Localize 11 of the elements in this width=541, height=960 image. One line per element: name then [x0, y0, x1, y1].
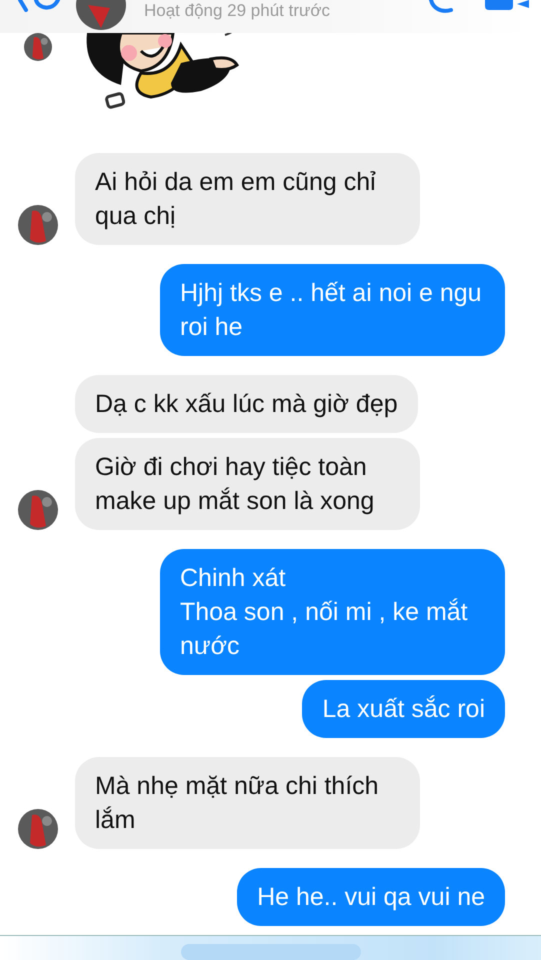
message-bubble: Dạ c kk xấu lúc mà giờ đẹp	[75, 375, 418, 433]
message-bubble: Ai hỏi da em em cũng chỉ qua chị	[75, 153, 420, 245]
message-bubble: Giờ đi chơi hay tiệc toàn make up mắt son là xong	[75, 438, 420, 530]
active-status: Hoạt động 29 phút trước	[144, 1, 330, 21]
message-bubble: La xuất sắc roi	[302, 680, 505, 738]
message-bubble: Mà nhẹ mặt nữa chi thích lắm	[75, 757, 420, 849]
avatar[interactable]	[76, 0, 126, 30]
message-bubble: He he.. vui qa vui ne	[237, 868, 505, 926]
message-bubble: Chinh xát Thoa son , nối mi , ke mắt nước	[160, 549, 505, 675]
message-bubble: Hjhj tks e .. hết ai noi e ngu roi he	[160, 264, 505, 356]
back-icon[interactable]	[18, 0, 62, 12]
